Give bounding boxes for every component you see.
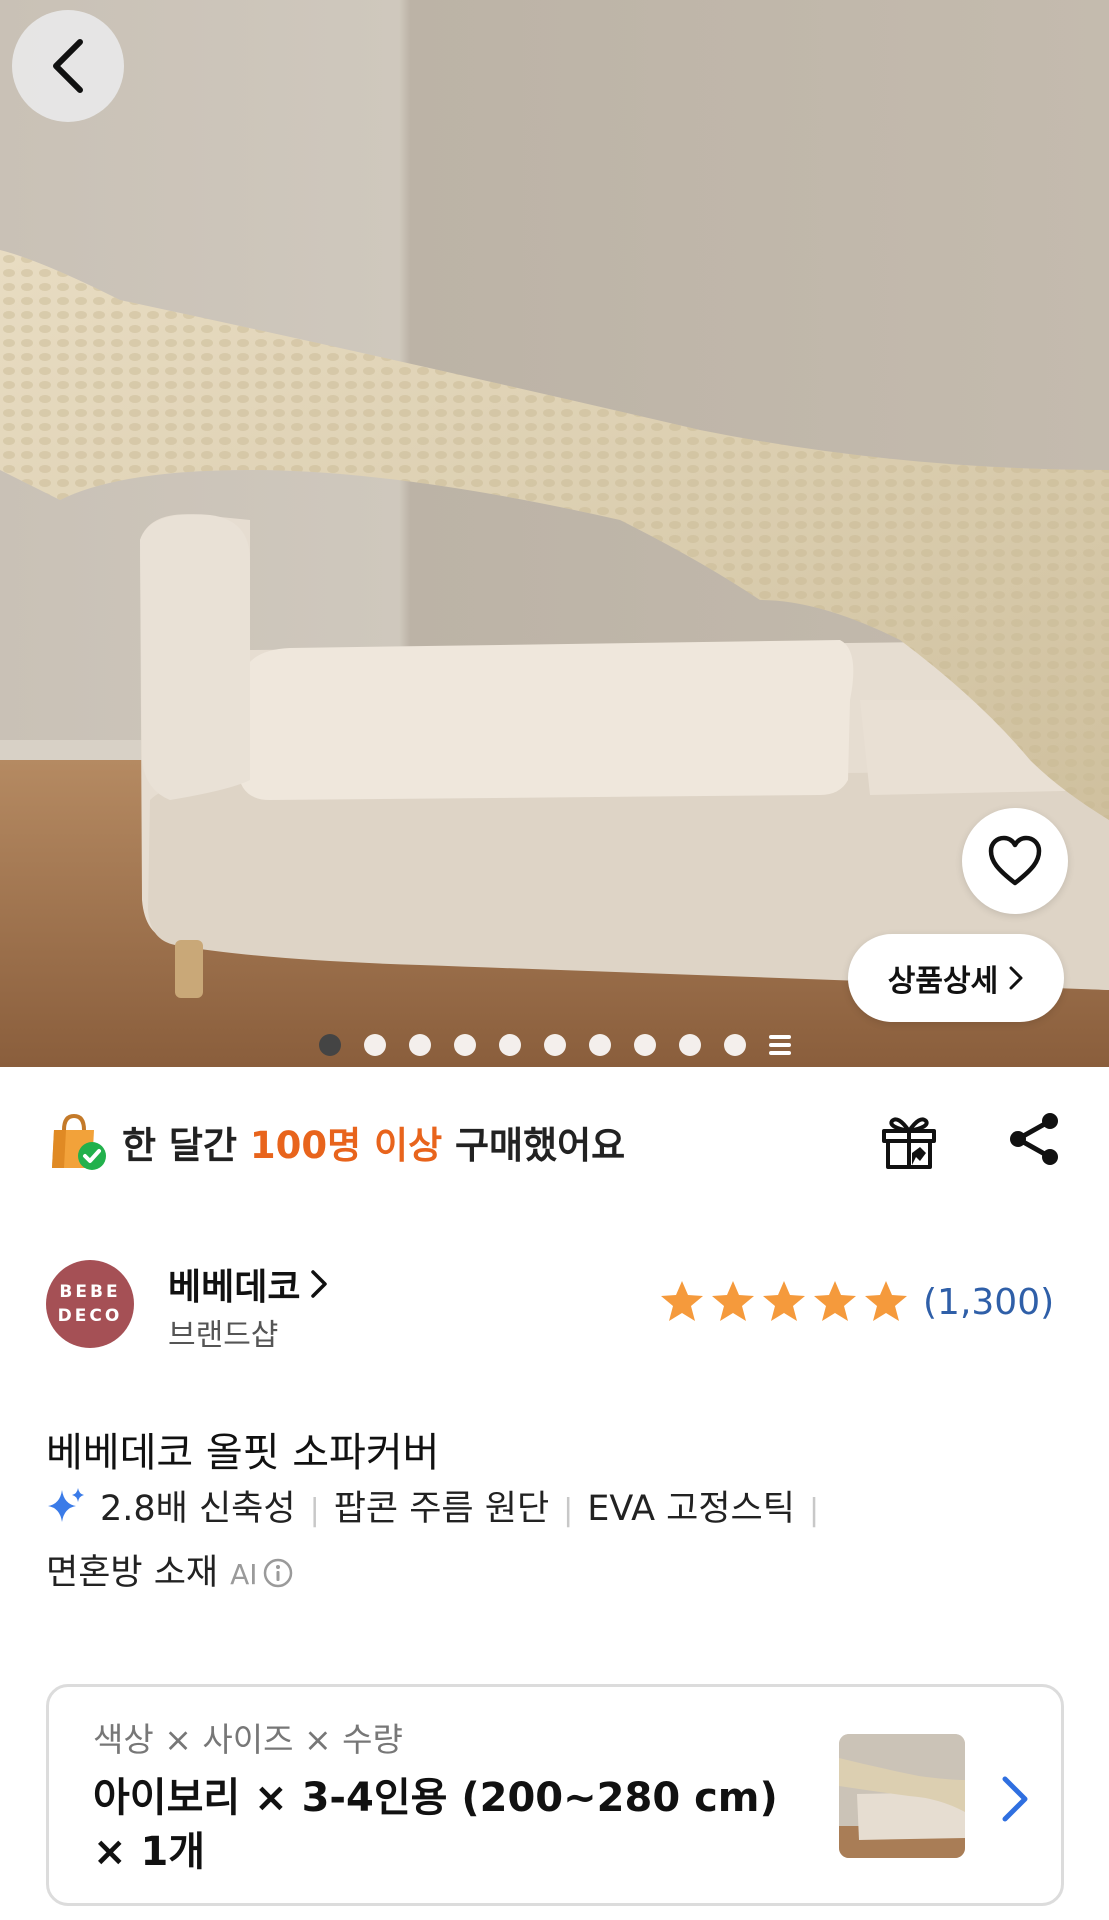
back-button[interactable]: [12, 10, 124, 122]
chevron-left-icon: [53, 39, 83, 93]
shopping-bag-check-icon: [52, 1113, 106, 1170]
brand-type: 브랜드샵: [168, 1318, 279, 1353]
product-image-carousel[interactable]: 상품상세: [0, 0, 1109, 1067]
selected-option-line2: × 1개: [93, 1829, 206, 1875]
heart-icon: [988, 835, 1042, 886]
star-icon: [865, 1281, 907, 1321]
product-title: 베베데코 올핏 소파커버: [46, 1430, 440, 1476]
option-separator: ×: [164, 1720, 192, 1759]
option-label-size: 사이즈: [202, 1720, 294, 1759]
brand-logo-line1: BEBE: [59, 1282, 121, 1302]
carousel-pagination: [0, 1032, 1109, 1058]
purchase-prefix: 한 달간: [122, 1124, 250, 1167]
feature-separator: |: [563, 1493, 574, 1528]
gift-icon[interactable]: [876, 1107, 942, 1173]
product-detail-button[interactable]: 상품상세: [848, 934, 1064, 1022]
purchase-highlight: 100명 이상: [249, 1124, 443, 1167]
chevron-right-icon: [1009, 966, 1023, 990]
carousel-dot[interactable]: [453, 1034, 476, 1056]
ai-label: AI: [230, 1558, 258, 1591]
feature-item: EVA 고정스틱: [587, 1489, 795, 1529]
brand-name-link[interactable]: 베베데코: [168, 1258, 328, 1310]
option-label-qty: 수량: [342, 1720, 403, 1759]
purchase-count-text: 한 달간 100명 이상 구매했어요: [122, 1115, 625, 1169]
star-icon: [814, 1281, 856, 1321]
option-thumbnail: [839, 1734, 965, 1858]
option-selector[interactable]: 색상 × 사이즈 × 수량 아이보리 × 3-4인용 (200~280 cm) …: [46, 1684, 1064, 1906]
purchase-suffix: 구매했어요: [442, 1124, 626, 1167]
share-icon[interactable]: [1004, 1109, 1064, 1169]
carousel-dot[interactable]: [723, 1034, 746, 1056]
more-slides-icon[interactable]: [768, 1034, 791, 1056]
brand-name: 베베데코: [168, 1267, 301, 1308]
product-detail-label: 상품상세: [887, 964, 999, 999]
chevron-right-icon: [1002, 1776, 1028, 1822]
info-icon[interactable]: [262, 1557, 294, 1589]
feature-item: 팝콘 주름 원단: [333, 1489, 550, 1529]
brand-logo[interactable]: BEBE DECO: [46, 1260, 134, 1348]
option-label-color: 색상: [93, 1720, 154, 1759]
wishlist-button[interactable]: [962, 808, 1068, 914]
sparkle-icon: [48, 1488, 84, 1522]
carousel-dot[interactable]: [363, 1034, 386, 1056]
carousel-dot[interactable]: [633, 1034, 656, 1056]
carousel-dot[interactable]: [408, 1034, 431, 1056]
star-icon: [763, 1281, 805, 1321]
carousel-dot[interactable]: [678, 1034, 701, 1056]
star-icon: [712, 1281, 754, 1321]
carousel-dot[interactable]: [318, 1034, 341, 1056]
brand-logo-line2: DECO: [57, 1306, 123, 1326]
chevron-right-icon: [311, 1270, 328, 1298]
purchase-count-bar: 한 달간 100명 이상 구매했어요: [46, 1105, 1066, 1179]
ai-feature-summary: 2.8배 신축성 | 팝콘 주름 원단 | EVA 고정스틱 | 면혼방 소재 AI: [46, 1478, 1056, 1606]
sofa-thumbnail-image: [839, 1734, 965, 1858]
carousel-dot[interactable]: [588, 1034, 611, 1056]
star-icon: [661, 1281, 703, 1321]
selected-option-value: 아이보리 × 3-4인용 (200~280 cm) × 1개: [93, 1771, 833, 1879]
review-count: (1,300): [923, 1281, 1055, 1323]
carousel-dot[interactable]: [498, 1034, 521, 1056]
selected-option-line1: 아이보리 × 3-4인용 (200~280 cm): [93, 1775, 778, 1821]
feature-separator: |: [309, 1493, 320, 1528]
feature-item: 2.8배 신축성: [100, 1489, 296, 1529]
carousel-dot[interactable]: [543, 1034, 566, 1056]
product-photo: [0, 0, 1109, 1067]
feature-item: 면혼방 소재: [46, 1553, 219, 1593]
option-labels: 색상 × 사이즈 × 수량: [93, 1713, 403, 1761]
rating-summary[interactable]: (1,300): [658, 1278, 1054, 1326]
option-separator: ×: [303, 1720, 332, 1759]
feature-separator: |: [808, 1493, 820, 1528]
